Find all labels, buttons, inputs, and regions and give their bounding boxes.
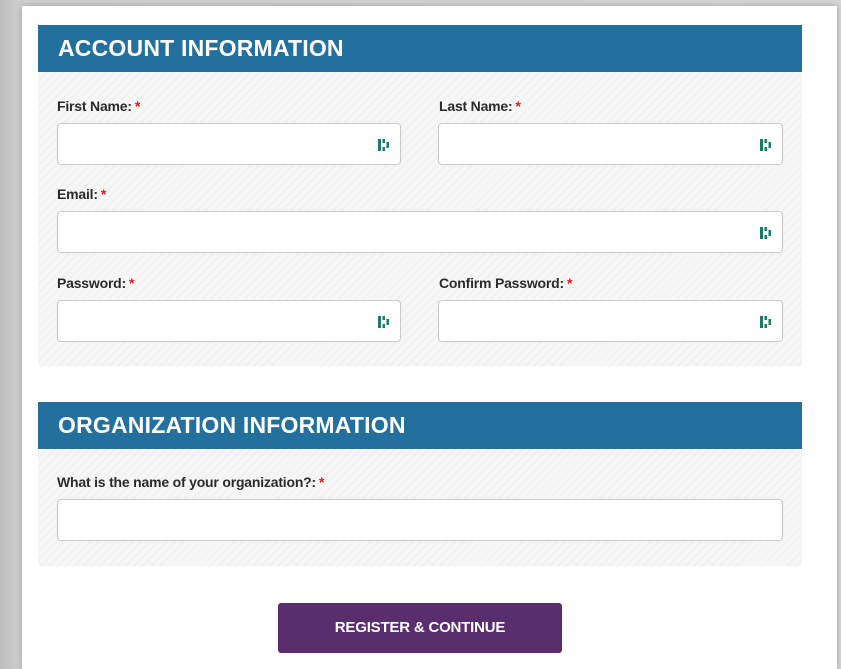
organization-name-input[interactable]: [58, 500, 782, 540]
password-manager-icon[interactable]: [760, 137, 772, 153]
organization-section-title: ORGANIZATION INFORMATION: [58, 412, 406, 438]
registration-form: ACCOUNT INFORMATION First Name: * Last Na…: [22, 6, 837, 669]
email-field[interactable]: [57, 211, 783, 253]
organization-name-field[interactable]: [57, 499, 783, 541]
email-label: Email: *: [57, 186, 107, 202]
required-marker: *: [319, 474, 325, 490]
register-continue-label: REGISTER & CONTINUE: [334, 619, 506, 636]
required-marker: *: [566, 275, 573, 291]
organization-section-header: ORGANIZATION INFORMATION: [38, 402, 802, 449]
password-manager-icon[interactable]: [760, 225, 772, 241]
last-name-input[interactable]: [439, 124, 782, 164]
password-manager-icon[interactable]: [760, 314, 772, 330]
required-marker: *: [134, 98, 141, 114]
required-marker: *: [100, 186, 107, 202]
first-name-input[interactable]: [58, 124, 400, 164]
register-continue-button[interactable]: REGISTER & CONTINUE: [278, 603, 562, 653]
confirm-password-label: Confirm Password: *: [439, 275, 573, 291]
first-name-field[interactable]: [57, 123, 401, 165]
required-marker: *: [515, 98, 521, 114]
first-name-label: First Name: *: [57, 98, 141, 114]
confirm-password-input[interactable]: [439, 301, 782, 341]
email-input[interactable]: [58, 212, 782, 252]
password-input[interactable]: [58, 301, 400, 341]
password-manager-icon[interactable]: [378, 137, 390, 153]
organization-name-label: What is the name of your organization?: *: [57, 474, 325, 490]
password-label: Password: *: [57, 275, 135, 291]
password-field[interactable]: [57, 300, 401, 342]
password-manager-icon[interactable]: [378, 314, 390, 330]
last-name-label: Last Name: *: [439, 98, 521, 114]
last-name-field[interactable]: [438, 123, 783, 165]
account-section-header: ACCOUNT INFORMATION: [38, 25, 802, 72]
required-marker: *: [129, 275, 135, 291]
confirm-password-field[interactable]: [438, 300, 783, 342]
account-section-title: ACCOUNT INFORMATION: [58, 35, 344, 61]
